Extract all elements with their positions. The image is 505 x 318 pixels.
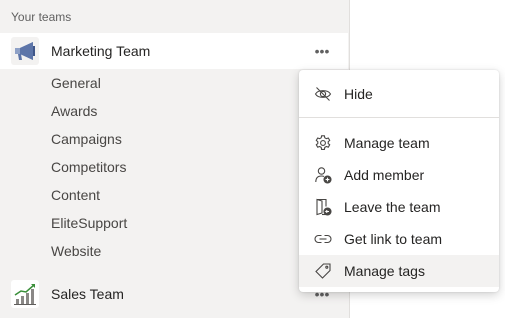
menu-item-get-link[interactable]: Get link to team: [299, 223, 499, 255]
eye-off-icon: [314, 85, 332, 103]
menu-item-label: Hide: [344, 86, 373, 102]
channel-awards[interactable]: Awards: [51, 97, 97, 125]
bar-chart-avatar-icon: [11, 280, 39, 308]
channel-content[interactable]: Content: [51, 181, 100, 209]
channel-competitors[interactable]: Competitors: [51, 153, 126, 181]
team-name: Marketing Team: [51, 43, 151, 59]
channel-website[interactable]: Website: [51, 237, 101, 265]
team-name: Sales Team: [51, 286, 124, 302]
menu-item-add-member[interactable]: Add member: [299, 159, 499, 191]
tag-icon: [314, 262, 332, 280]
menu-item-manage-team[interactable]: Manage team: [299, 127, 499, 159]
menu-divider: [299, 117, 499, 118]
team-marketing[interactable]: Marketing Team •••: [0, 33, 348, 69]
add-person-icon: [314, 166, 332, 184]
menu-item-hide[interactable]: Hide: [299, 78, 499, 110]
menu-item-label: Manage team: [344, 135, 430, 151]
leave-door-icon: [314, 198, 332, 216]
gear-icon: [314, 134, 332, 152]
menu-item-manage-tags[interactable]: Manage tags: [299, 255, 499, 287]
team-sales[interactable]: Sales Team •••: [0, 276, 348, 312]
menu-item-label: Get link to team: [344, 231, 443, 247]
megaphone-avatar-icon: [11, 37, 39, 65]
your-teams-header: Your teams: [11, 10, 72, 24]
menu-item-label: Leave the team: [344, 199, 441, 215]
channel-campaigns[interactable]: Campaigns: [51, 125, 122, 153]
menu-item-label: Add member: [344, 167, 425, 183]
channel-elitesupport[interactable]: EliteSupport: [51, 209, 127, 237]
menu-item-label: Manage tags: [344, 263, 425, 279]
channel-general[interactable]: General: [51, 69, 101, 97]
more-options-button[interactable]: •••: [311, 43, 333, 59]
team-context-menu: Hide Manage team Add member Leave the te…: [299, 70, 499, 292]
menu-item-leave-team[interactable]: Leave the team: [299, 191, 499, 223]
link-icon: [314, 230, 332, 248]
